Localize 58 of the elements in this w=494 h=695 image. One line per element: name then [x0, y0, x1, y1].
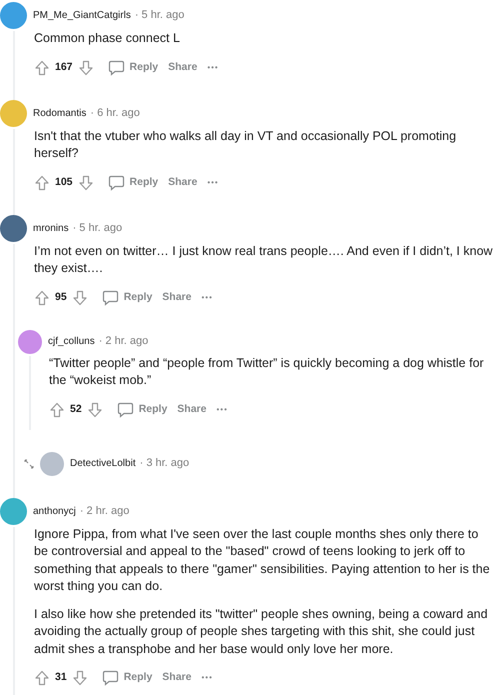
timestamp: · 2 hr. ago [80, 504, 130, 519]
more-button[interactable]: ••• [201, 292, 213, 304]
downvote-arrow-icon[interactable] [78, 60, 94, 76]
comment-text: I’m not even on twitter… I just know real trans people…. And even if I didn’t, I know they exist…. [34, 242, 494, 277]
vote-count: 167 [55, 60, 73, 75]
timestamp: · 3 hr. ago [140, 456, 190, 472]
vote-count: 95 [55, 290, 67, 305]
comment-text: Common phase connect L [34, 30, 181, 47]
upvote-arrow-icon[interactable] [34, 670, 50, 686]
reply-button[interactable]: Reply [108, 60, 158, 76]
comment-text: Ignore Pippa, from what I've seen over the last couple months shes only there to be controversial and appeal to the "based" crowd of teens looking to jerk off to something that appeals to there "gamer" sensibilities. Paying attention to her is the worst thing you can do. [34, 526, 491, 595]
more-button[interactable]: ••• [207, 176, 219, 188]
downvote-arrow-icon[interactable] [72, 670, 88, 686]
share-button[interactable]: Share [177, 402, 206, 418]
username[interactable]: PM_Me_GiantCatgirls [33, 8, 131, 23]
upvote-arrow-icon[interactable] [49, 402, 65, 418]
vote-count: 31 [55, 670, 67, 686]
downvote-arrow-icon[interactable] [86, 402, 103, 418]
downvote-arrow-icon[interactable] [78, 174, 94, 190]
comment-text: I also like how she pretended its "twitter" people shes owning, being a coward and avoiding the actually group of people shes targeting with this shit, she could just admit shes a transphobe and her base would only love her more. [34, 606, 489, 658]
upvote-arrow-icon[interactable] [34, 174, 50, 190]
reply-button[interactable]: Reply [108, 174, 158, 190]
username[interactable]: anthonycj [33, 504, 76, 518]
downvote-arrow-icon[interactable] [72, 290, 88, 306]
upvote-arrow-icon[interactable] [34, 290, 50, 306]
avatar[interactable] [0, 498, 27, 524]
username[interactable]: cjf_colluns [48, 334, 95, 349]
share-button[interactable]: Share [168, 174, 198, 190]
avatar[interactable] [0, 214, 27, 242]
upvote-arrow-icon[interactable] [34, 60, 50, 76]
speech-bubble-icon [108, 174, 125, 190]
expand-icon[interactable] [24, 458, 34, 468]
speech-bubble-icon [116, 402, 134, 418]
timestamp: · 5 hr. ago [134, 8, 184, 24]
vote-count: 52 [70, 402, 82, 417]
share-button[interactable]: Share [162, 290, 192, 306]
more-button[interactable]: ••• [207, 62, 219, 74]
speech-bubble-icon [108, 60, 125, 76]
username[interactable]: Rodomantis [33, 106, 86, 120]
share-button[interactable]: Share [168, 60, 198, 76]
more-button[interactable]: ••• [216, 404, 228, 416]
speech-bubble-icon [102, 670, 119, 686]
more-button[interactable]: ••• [201, 672, 213, 684]
avatar[interactable] [0, 2, 27, 29]
comment-text: “Twitter people” and “people from Twitter” is quickly becoming a dog whistle for the “wokeist mob.” [49, 354, 485, 389]
reply-button[interactable]: Reply [116, 402, 168, 418]
username[interactable]: DetectiveLolbit [70, 456, 136, 471]
username[interactable]: mronins [33, 220, 69, 236]
comment-text: Isn't that the vtuber who walks all day in VT and occasionally POL promoting herself? [34, 128, 458, 162]
reply-button[interactable]: Reply [102, 290, 152, 306]
timestamp: · 5 hr. ago [72, 220, 122, 236]
speech-bubble-icon [102, 290, 119, 306]
timestamp: · 2 hr. ago [98, 334, 148, 350]
avatar[interactable] [18, 330, 42, 354]
vote-count: 105 [55, 174, 73, 190]
timestamp: · 6 hr. ago [90, 106, 140, 121]
reply-button[interactable]: Reply [102, 670, 152, 686]
share-button[interactable]: Share [162, 670, 192, 686]
